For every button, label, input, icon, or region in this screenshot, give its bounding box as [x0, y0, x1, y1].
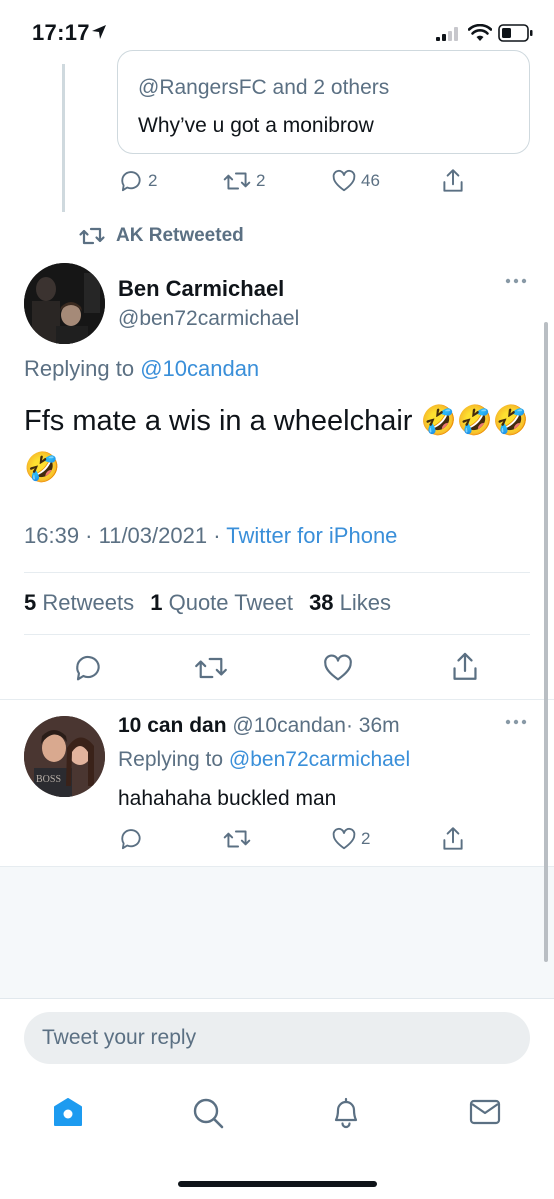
reply-reply-button[interactable] — [118, 826, 144, 852]
replying-to-link[interactable]: @10candan — [140, 356, 259, 381]
battery-icon — [498, 24, 533, 42]
reply-timestamp: · 36m — [345, 714, 400, 737]
tweet-source-link[interactable]: Twitter for iPhone — [226, 523, 397, 548]
location-arrow-icon — [92, 25, 106, 39]
likes-stat[interactable]: 38 Likes — [309, 590, 391, 615]
likes-count: 38 — [309, 590, 334, 615]
quoted-retweet-button[interactable]: 2 — [222, 168, 265, 194]
reply-replying-to: Replying to @ben72carmichael — [118, 748, 410, 772]
reply-input-placeholder: Tweet your reply — [42, 1026, 197, 1049]
tweet-metadata: 16:39 · 11/03/2021 · Twitter for iPhone — [24, 523, 397, 549]
quoted-reply-count: 2 — [148, 171, 158, 190]
divider — [0, 699, 554, 700]
status-time: 17:17 — [32, 20, 90, 45]
retweets-count: 5 — [24, 590, 37, 615]
likes-label: Likes — [339, 590, 392, 615]
avatar-photo — [24, 263, 105, 344]
heart-icon[interactable] — [322, 652, 354, 684]
retweet-icon — [223, 172, 251, 190]
retweeted-by-row[interactable]: AK Retweeted — [78, 224, 244, 248]
replying-to-link[interactable]: @ben72carmichael — [229, 748, 410, 771]
retweets-label: Retweets — [42, 590, 135, 615]
tweet-text: Ffs mate a wis in a wheelchair 🤣🤣🤣🤣 — [24, 405, 529, 484]
quoted-like-count: 46 — [361, 171, 380, 190]
author-name[interactable]: Ben Carmichael — [118, 276, 284, 302]
svg-text:BOSS: BOSS — [36, 774, 61, 785]
retweet-icon — [79, 227, 105, 245]
thread-line — [62, 64, 65, 212]
replying-to: Replying to @10candan — [24, 356, 259, 382]
quoted-tweet-card[interactable] — [117, 50, 530, 154]
quoted-retweet-count: 2 — [256, 171, 266, 190]
reply-author-name[interactable]: 10 can dan — [118, 714, 227, 737]
retweet-icon — [223, 830, 251, 848]
scrollbar[interactable] — [544, 322, 548, 962]
quotes-count: 1 — [150, 590, 163, 615]
home-indicator — [178, 1181, 377, 1187]
quoted-replying-to: @RangersFC and 2 others — [138, 76, 390, 99]
more-options-icon[interactable] — [505, 718, 527, 726]
divider — [24, 634, 530, 635]
heart-icon — [332, 827, 356, 850]
replying-to-prefix: Replying to — [118, 748, 229, 771]
quoted-reply-button[interactable]: 2 — [118, 168, 157, 194]
reply-like-button[interactable]: 2 — [331, 826, 370, 852]
reply-author-handle[interactable]: @10candan — [232, 714, 346, 737]
share-icon — [443, 827, 463, 850]
messages-icon[interactable] — [469, 1098, 501, 1126]
share-icon[interactable] — [449, 650, 481, 684]
search-icon[interactable] — [191, 1096, 225, 1130]
replying-to-prefix: Replying to — [24, 356, 141, 381]
retweet-icon[interactable] — [193, 652, 229, 684]
reply-icon — [121, 829, 141, 850]
notifications-icon[interactable] — [330, 1095, 362, 1129]
tweet-timestamp: 16:39 · 11/03/2021 · — [24, 523, 227, 548]
quotes-label: Quote Tweet — [168, 590, 293, 615]
quoted-like-button[interactable]: 46 — [331, 168, 380, 194]
divider — [24, 572, 530, 573]
wifi-icon — [468, 24, 492, 41]
avatar-photo: BOSS — [24, 716, 105, 797]
retweeted-by-label: AK Retweeted — [116, 225, 244, 246]
quoted-tweet-text: Why’ve u got a monibrow — [138, 114, 374, 137]
author-handle[interactable]: @ben72carmichael — [118, 307, 299, 331]
home-icon[interactable] — [53, 1096, 83, 1128]
reply-retweet-button[interactable] — [222, 826, 252, 852]
reply-share-button[interactable] — [440, 825, 466, 853]
reply-tweet-text: hahahaha buckled man — [118, 787, 337, 810]
quoted-share-button[interactable] — [440, 167, 466, 195]
reply-icon — [121, 171, 141, 192]
more-options-icon[interactable] — [505, 277, 527, 285]
empty-space — [0, 867, 554, 999]
reply-icon[interactable] — [72, 652, 104, 684]
reply-like-count: 2 — [361, 829, 371, 848]
retweets-stat[interactable]: 5 Retweets — [24, 590, 134, 615]
signal-icon — [436, 27, 458, 41]
heart-icon — [332, 169, 356, 192]
share-icon — [443, 169, 463, 192]
reply-author-line: 10 can dan @10candan· 36m — [118, 714, 400, 738]
quotes-stat[interactable]: 1 Quote Tweet — [150, 590, 293, 615]
avatar[interactable]: BOSS — [24, 716, 105, 797]
avatar[interactable] — [24, 263, 105, 344]
tweet-stats: 5 Retweets 1 Quote Tweet 38 Likes — [24, 590, 391, 616]
